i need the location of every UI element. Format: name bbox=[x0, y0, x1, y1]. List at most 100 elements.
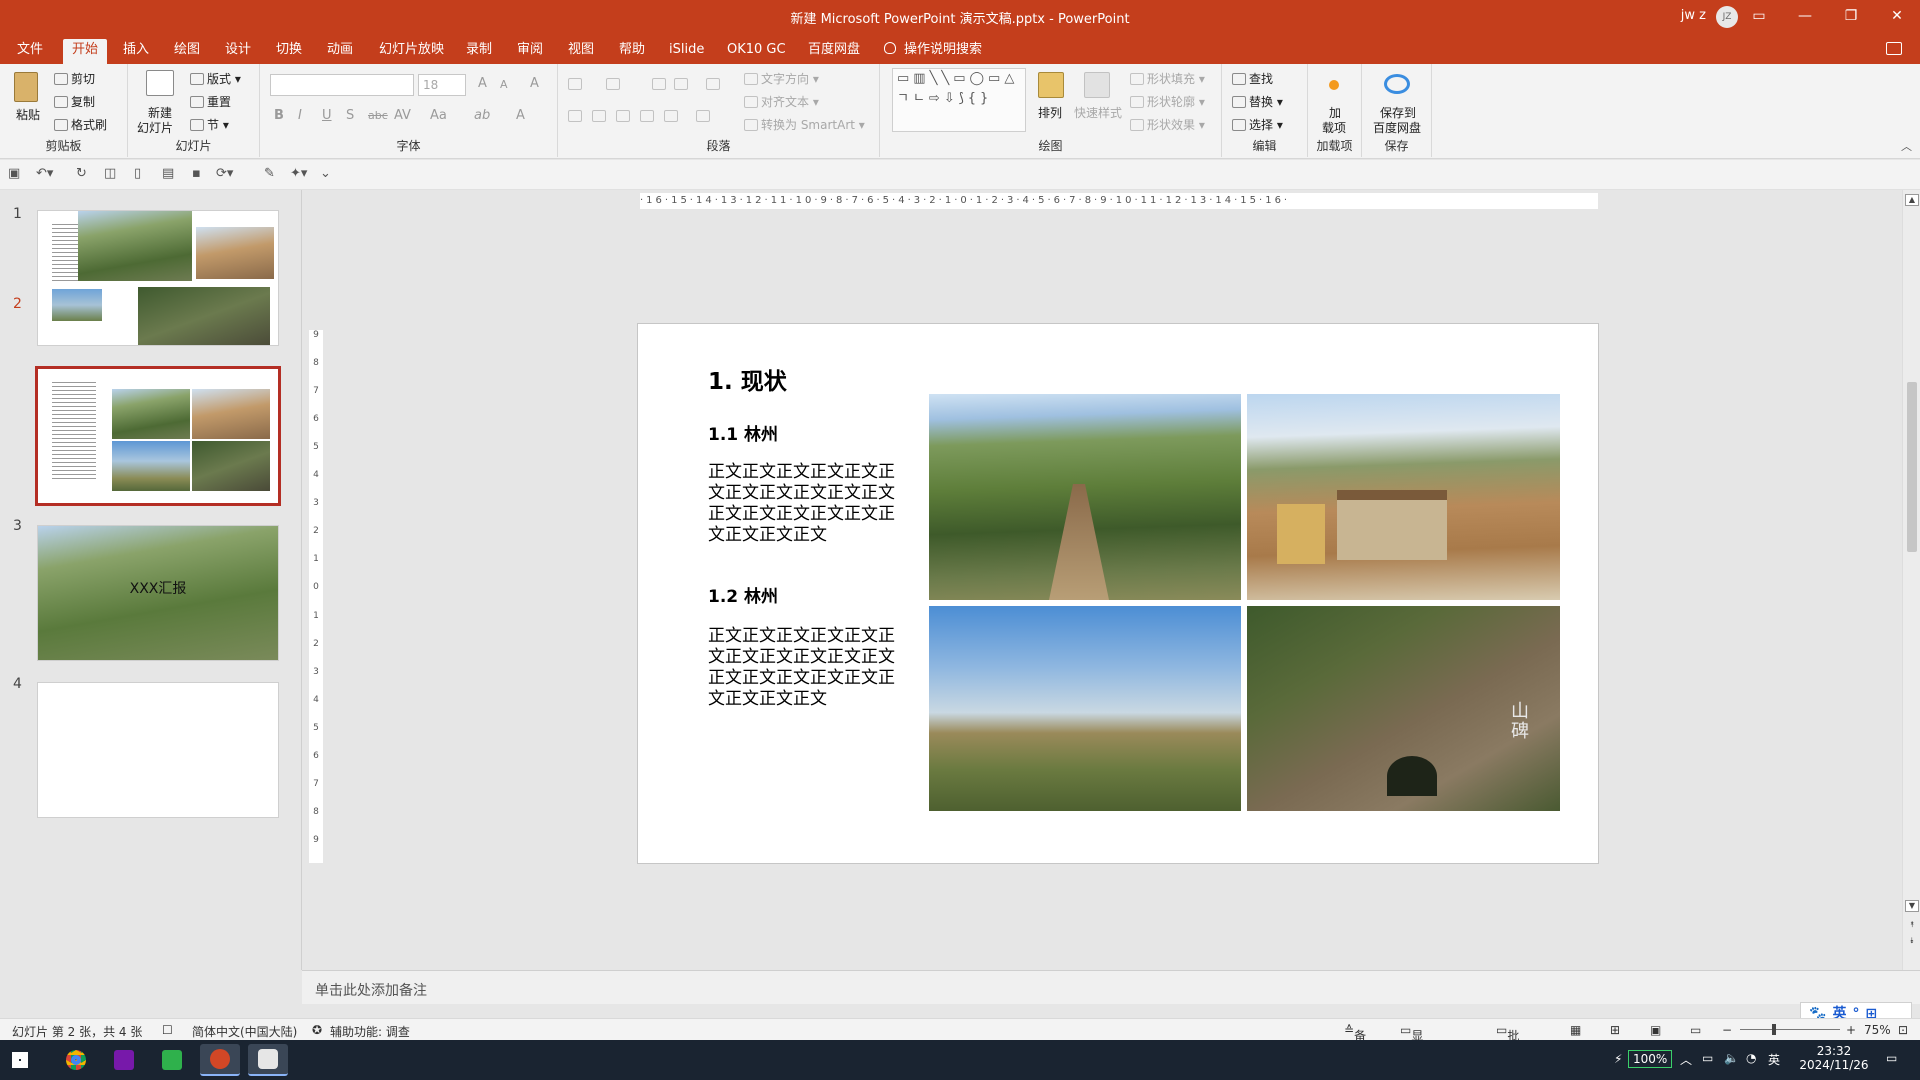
line-spacing-icon[interactable] bbox=[706, 78, 720, 90]
cut-button[interactable]: 剪切 bbox=[54, 70, 95, 87]
quick-styles-icon[interactable] bbox=[1084, 72, 1110, 98]
shape-fill-button[interactable]: 形状填充 ▾ bbox=[1130, 70, 1205, 87]
format-painter-icon[interactable]: ✎ bbox=[264, 166, 275, 181]
baidu-cloud-icon[interactable] bbox=[1384, 74, 1410, 94]
green-app[interactable] bbox=[152, 1044, 192, 1076]
align-right-icon[interactable] bbox=[616, 110, 630, 122]
reading-view-icon[interactable]: ▣ bbox=[1650, 1023, 1661, 1037]
network-icon[interactable]: ◔ bbox=[1746, 1051, 1756, 1065]
language-status[interactable]: 简体中文(中国大陆) bbox=[192, 1023, 297, 1040]
paste-button[interactable]: 粘贴 bbox=[16, 106, 40, 123]
tab-ok10[interactable]: OK10 GC bbox=[718, 39, 795, 64]
normal-view-icon[interactable]: ▦ bbox=[1570, 1023, 1581, 1037]
battery-indicator[interactable]: 100% bbox=[1628, 1050, 1673, 1068]
scroll-thumb[interactable] bbox=[1907, 382, 1917, 552]
start-icon[interactable] bbox=[12, 1052, 28, 1068]
tab-animations[interactable]: 动画 bbox=[318, 39, 362, 64]
collapse-ribbon-icon[interactable]: ︿ bbox=[1901, 138, 1912, 154]
font-size-input[interactable]: 18 bbox=[418, 74, 466, 96]
user-name[interactable]: jw z bbox=[1681, 8, 1706, 23]
replace-button[interactable]: 替换 ▾ bbox=[1232, 93, 1283, 110]
shape-effects-button[interactable]: 形状效果 ▾ bbox=[1130, 116, 1205, 133]
text-direction-button[interactable]: 文字方向 ▾ bbox=[744, 70, 819, 87]
find-button[interactable]: 查找 bbox=[1232, 70, 1273, 87]
bullets-icon[interactable] bbox=[568, 78, 582, 90]
decrease-indent-icon[interactable] bbox=[652, 78, 666, 90]
numbering-icon[interactable] bbox=[606, 78, 620, 90]
avatar[interactable]: JZ bbox=[1716, 6, 1738, 28]
zoom-in-button[interactable]: + bbox=[1846, 1023, 1856, 1037]
tab-transitions[interactable]: 切换 bbox=[267, 39, 311, 64]
align-center-icon[interactable] bbox=[592, 110, 606, 122]
distribute-icon[interactable] bbox=[664, 110, 678, 122]
close-button[interactable]: ✕ bbox=[1874, 0, 1920, 34]
tab-design[interactable]: 设计 bbox=[216, 39, 260, 64]
layout-button[interactable]: 版式 ▾ bbox=[190, 70, 241, 87]
section-heading-1[interactable]: 1.1 林州 bbox=[708, 420, 778, 445]
display-settings-button[interactable]: ▭ 显示器设置 bbox=[1400, 1023, 1423, 1077]
minimize-button[interactable]: — bbox=[1782, 0, 1828, 34]
tab-file[interactable]: 文件 bbox=[8, 39, 52, 64]
tab-home[interactable]: 开始 bbox=[63, 39, 108, 64]
shapes-gallery[interactable]: ▭▥╲╲▭◯▭△ㄱㄴ⇨⇩⟆{} bbox=[892, 68, 1026, 132]
char-spacing-button[interactable]: AV bbox=[394, 108, 411, 123]
quick-styles-button[interactable]: 快速样式 bbox=[1074, 104, 1122, 121]
ribbon-display-button[interactable]: ▭ bbox=[1736, 0, 1782, 34]
tab-baidu[interactable]: 百度网盘 bbox=[799, 39, 869, 64]
addins-icon[interactable] bbox=[1329, 80, 1339, 90]
shape-outline-button[interactable]: 形状轮廓 ▾ bbox=[1130, 93, 1205, 110]
save-to-baidu-label[interactable]: 百度网盘 bbox=[1373, 119, 1421, 136]
taskbar-ime[interactable]: 英 bbox=[1768, 1051, 1780, 1068]
italic-button[interactable]: I bbox=[298, 108, 302, 123]
tab-review[interactable]: 审阅 bbox=[508, 39, 552, 64]
highlight-button[interactable]: ab bbox=[474, 108, 490, 123]
arrange-button[interactable]: 排列 bbox=[1038, 104, 1062, 121]
slide-thumbnail-3[interactable]: XXX汇报 bbox=[37, 525, 279, 661]
zoom-level[interactable]: 75% bbox=[1864, 1023, 1891, 1037]
addins-button-label[interactable]: 载项 bbox=[1322, 119, 1346, 136]
body-text-2[interactable]: 正文正文正文正文正文正文正文正文正文正文正文正文正文正文正文正文正文正文正文正文 bbox=[708, 626, 898, 710]
clock[interactable]: 23:32 2024/11/26 bbox=[1798, 1044, 1870, 1072]
slideshow-view-icon[interactable]: ▭ bbox=[1690, 1023, 1701, 1037]
scroll-up-icon[interactable]: ▲ bbox=[1905, 194, 1919, 206]
photo-mountain-sky[interactable] bbox=[929, 606, 1241, 811]
justify-icon[interactable] bbox=[640, 110, 654, 122]
battery-icon[interactable]: ▭ bbox=[1702, 1051, 1713, 1065]
slide-sorter-icon[interactable]: ⊞ bbox=[1610, 1023, 1620, 1037]
new-slide-icon[interactable] bbox=[146, 70, 174, 96]
slide-thumbnail-1[interactable] bbox=[37, 210, 279, 346]
increase-indent-icon[interactable] bbox=[674, 78, 688, 90]
select-button[interactable]: 选择 ▾ bbox=[1232, 116, 1283, 133]
shape-icon[interactable]: ▪ bbox=[192, 166, 201, 181]
shadow-button[interactable]: S bbox=[346, 108, 354, 123]
section-heading-2[interactable]: 1.2 林州 bbox=[708, 582, 778, 607]
copy-button[interactable]: 复制 bbox=[54, 93, 95, 110]
photo-canyon[interactable] bbox=[929, 394, 1241, 600]
paint-icon[interactable]: ✦▾ bbox=[290, 166, 307, 181]
shrink-font-button[interactable]: A bbox=[500, 78, 508, 91]
comments-button[interactable]: ▭ 批注 bbox=[1496, 1023, 1519, 1060]
scroll-down-icon[interactable]: ▼ bbox=[1905, 900, 1919, 912]
zoom-out-button[interactable]: − bbox=[1722, 1023, 1732, 1037]
charging-icon[interactable]: ⚡ bbox=[1614, 1052, 1622, 1066]
save-icon[interactable]: ▣ bbox=[8, 166, 20, 181]
redo-icon[interactable]: ↻ bbox=[76, 166, 87, 181]
spellcheck-icon[interactable]: ☐ bbox=[162, 1023, 173, 1037]
notifications-icon[interactable]: ▭ bbox=[1886, 1051, 1897, 1065]
new-slide-button-label[interactable]: 幻灯片 bbox=[137, 119, 173, 136]
align-left-icon[interactable] bbox=[568, 110, 582, 122]
start-slideshow-icon[interactable]: ◫ bbox=[104, 166, 116, 181]
body-text-1[interactable]: 正文正文正文正文正文正文正文正文正文正文正文正文正文正文正文正文正文正文正文正文 bbox=[708, 462, 898, 546]
font-name-input[interactable] bbox=[270, 74, 414, 96]
change-case-button[interactable]: Aa bbox=[430, 108, 447, 123]
fit-slide-icon[interactable]: ⊡ bbox=[1898, 1023, 1908, 1037]
format-painter-button[interactable]: 格式刷 bbox=[54, 116, 107, 133]
volume-icon[interactable]: 🔈 bbox=[1724, 1051, 1739, 1065]
comments-icon[interactable] bbox=[1886, 42, 1902, 55]
font-color-button[interactable]: A bbox=[516, 108, 525, 123]
paste-icon[interactable] bbox=[14, 72, 38, 102]
rotate-icon[interactable]: ⟳▾ bbox=[216, 166, 233, 181]
vertical-scrollbar[interactable]: ▲ ▼ ⯭ ⯯ bbox=[1902, 190, 1920, 970]
section-button[interactable]: 节 ▾ bbox=[190, 116, 229, 133]
zoom-slider-handle[interactable] bbox=[1772, 1024, 1776, 1035]
